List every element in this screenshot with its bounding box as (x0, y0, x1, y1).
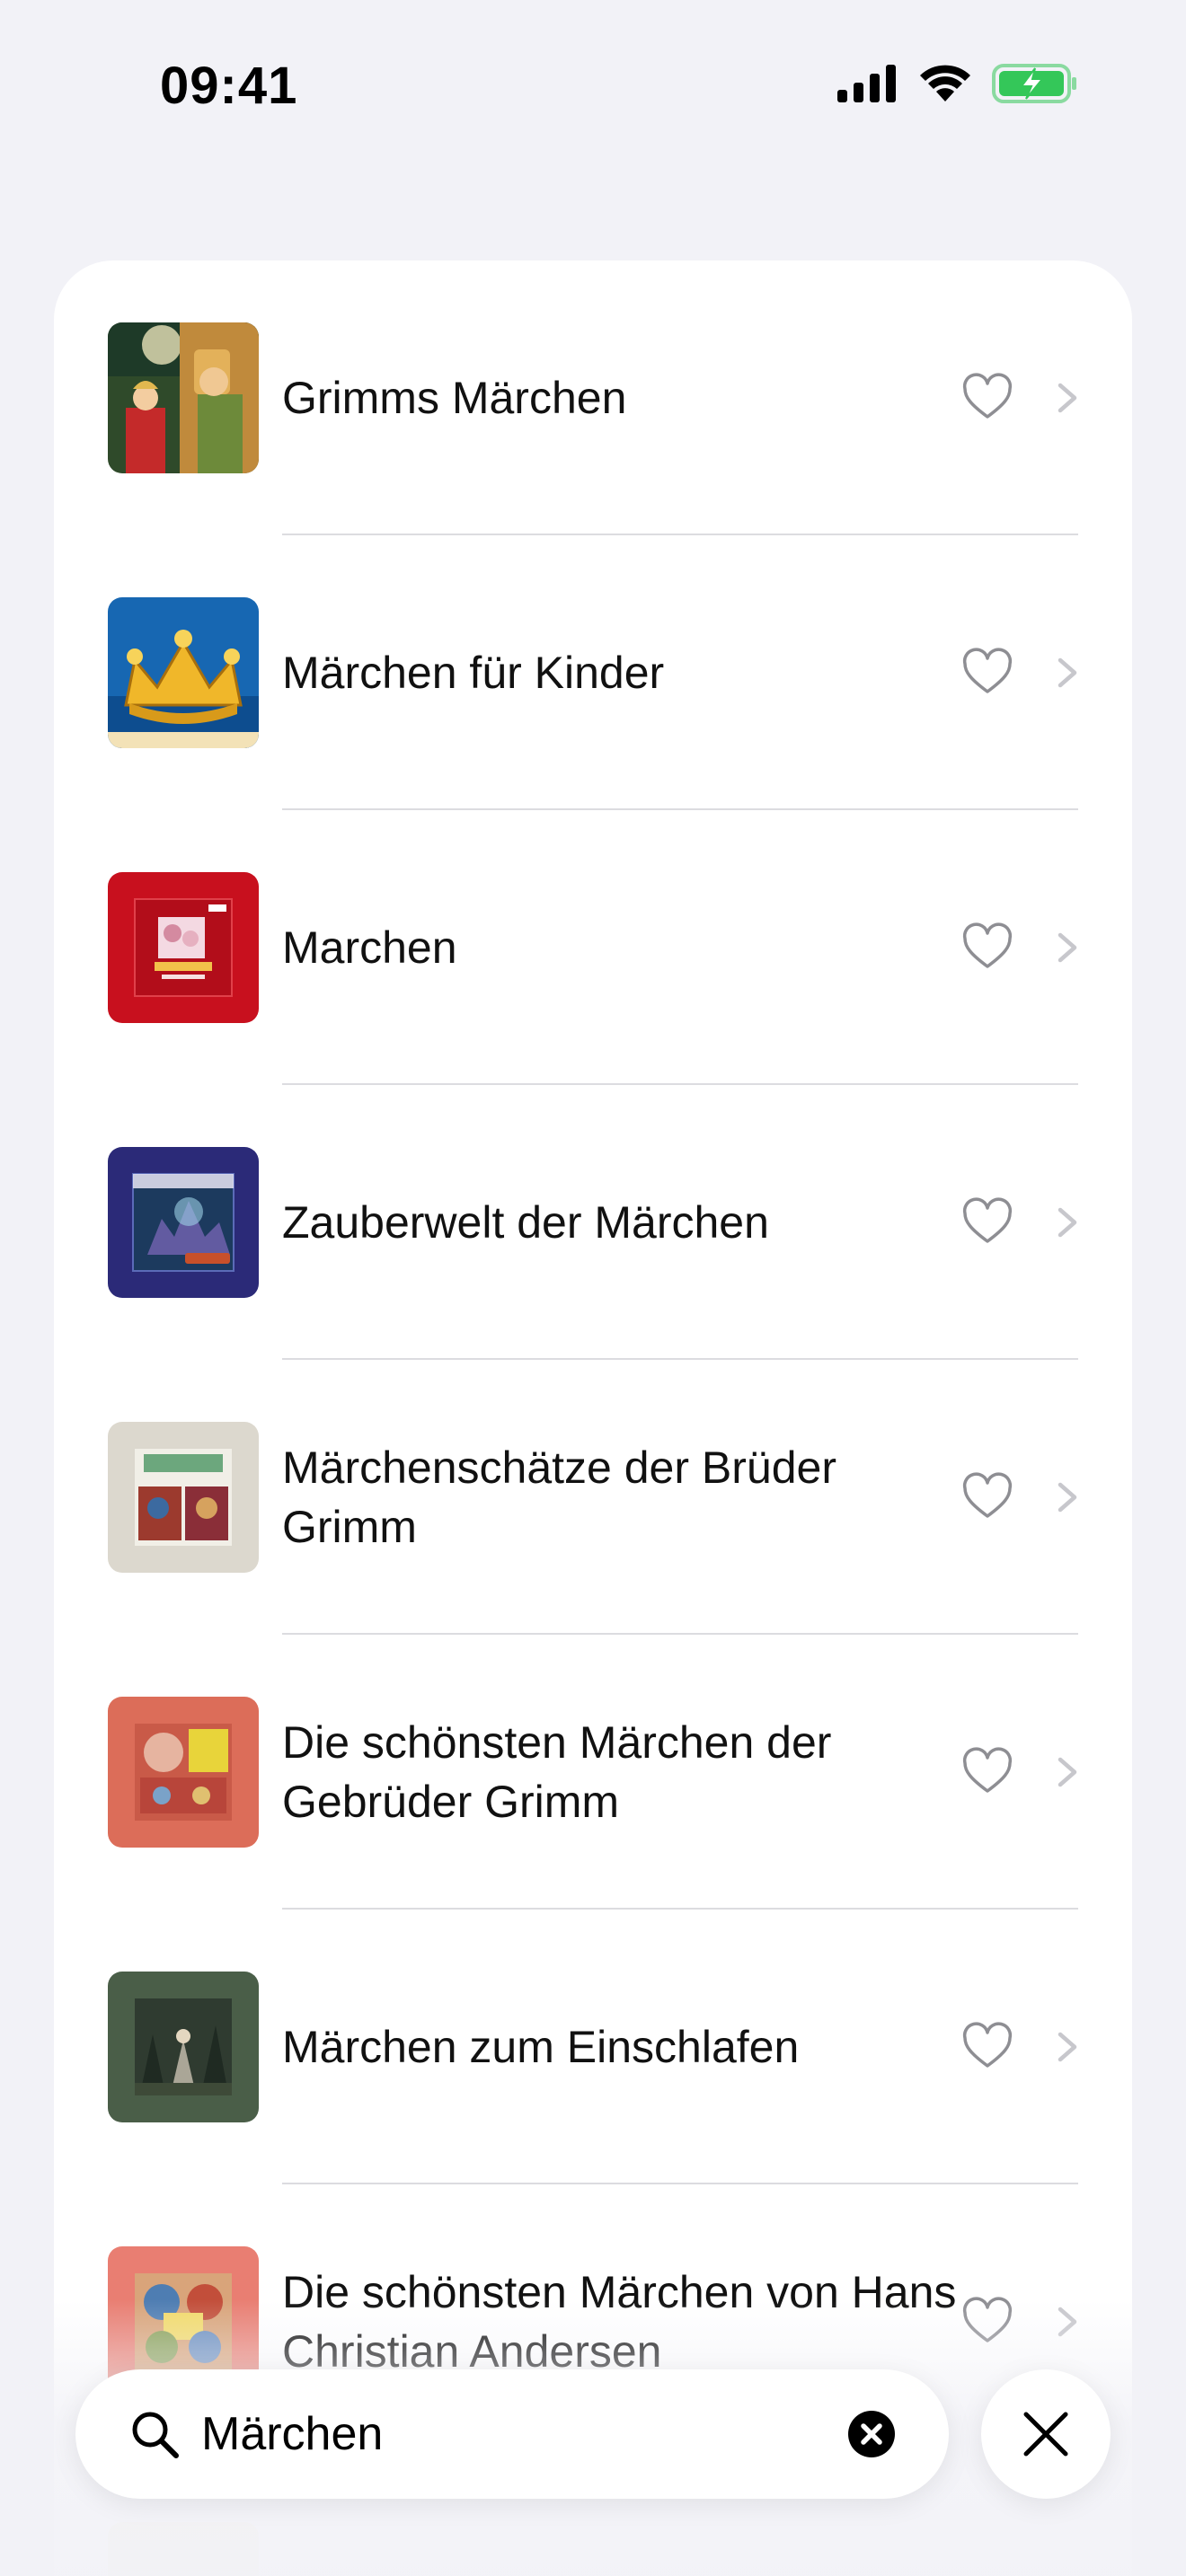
wifi-icon (920, 65, 970, 101)
heart-outline-icon[interactable] (961, 1196, 1013, 1248)
item-title: Märchen zum Einschlafen (282, 2022, 800, 2072)
heart-outline-icon[interactable] (961, 922, 1013, 974)
search-input[interactable] (201, 2396, 884, 2472)
cover-image (108, 872, 259, 1023)
cover-image (108, 597, 259, 748)
item-title: Märchen für Kinder (282, 648, 665, 698)
item-title: Die schönsten Märchen der Gebrüder Grimm (282, 1717, 832, 1827)
heart-outline-icon[interactable] (961, 1746, 1013, 1798)
signal-icon (837, 65, 896, 102)
chevron-right-icon (1058, 1757, 1077, 1787)
list-item[interactable]: Marchen (54, 810, 1132, 1085)
item-title: Zauberwelt der Märchen (282, 1197, 769, 1248)
item-title: Märchenschätze der Brüder Grimm (282, 1442, 836, 1552)
cover-image (108, 322, 259, 473)
item-title: Marchen (282, 922, 457, 973)
status-icons (837, 63, 1078, 104)
search-bar[interactable] (75, 2369, 949, 2499)
results-list: Grimms Märchen Märchen für Kinder Marche… (54, 260, 1132, 2576)
item-title: Grimms Märchen (282, 373, 627, 423)
list-item[interactable]: Zauberwelt der Märchen (54, 1085, 1132, 1360)
list-item[interactable]: Grimms Märchen (54, 260, 1132, 535)
chevron-right-icon (1058, 657, 1077, 688)
screen: 09:41 Grimms Märchen Märchen für Kinder … (0, 0, 1186, 2576)
chevron-right-icon (1058, 1482, 1077, 1513)
list-item[interactable]: Märchen für Kinder (54, 535, 1132, 810)
cover-image (108, 1147, 259, 1298)
cover-image (108, 1697, 259, 1848)
list-item[interactable]: Die schönsten Märchen der Gebrüder Grimm (54, 1635, 1132, 1910)
chevron-right-icon (1058, 2032, 1077, 2062)
heart-outline-icon[interactable] (961, 647, 1013, 699)
magnifier-icon (132, 2412, 179, 2458)
heart-outline-icon[interactable] (961, 1471, 1013, 1523)
battery-charging-icon (992, 64, 1076, 103)
heart-outline-icon[interactable] (961, 372, 1013, 424)
status-time: 09:41 (160, 57, 298, 115)
status-bar: 09:41 (0, 0, 1186, 171)
close-x-icon (1023, 2412, 1068, 2457)
chevron-right-icon (1058, 383, 1077, 413)
chevron-right-icon (1058, 1207, 1077, 1238)
heart-outline-icon[interactable] (961, 2021, 1013, 2073)
list-item[interactable]: Märchen zum Einschlafen (54, 1910, 1132, 2184)
chevron-right-icon (1058, 932, 1077, 963)
cover-image (108, 1972, 259, 2122)
list-item[interactable]: Märchenschätze der Brüder Grimm (54, 1360, 1132, 1635)
clear-circle-icon[interactable] (846, 2409, 897, 2459)
close-button[interactable] (981, 2369, 1111, 2499)
cover-image (108, 1422, 259, 1573)
